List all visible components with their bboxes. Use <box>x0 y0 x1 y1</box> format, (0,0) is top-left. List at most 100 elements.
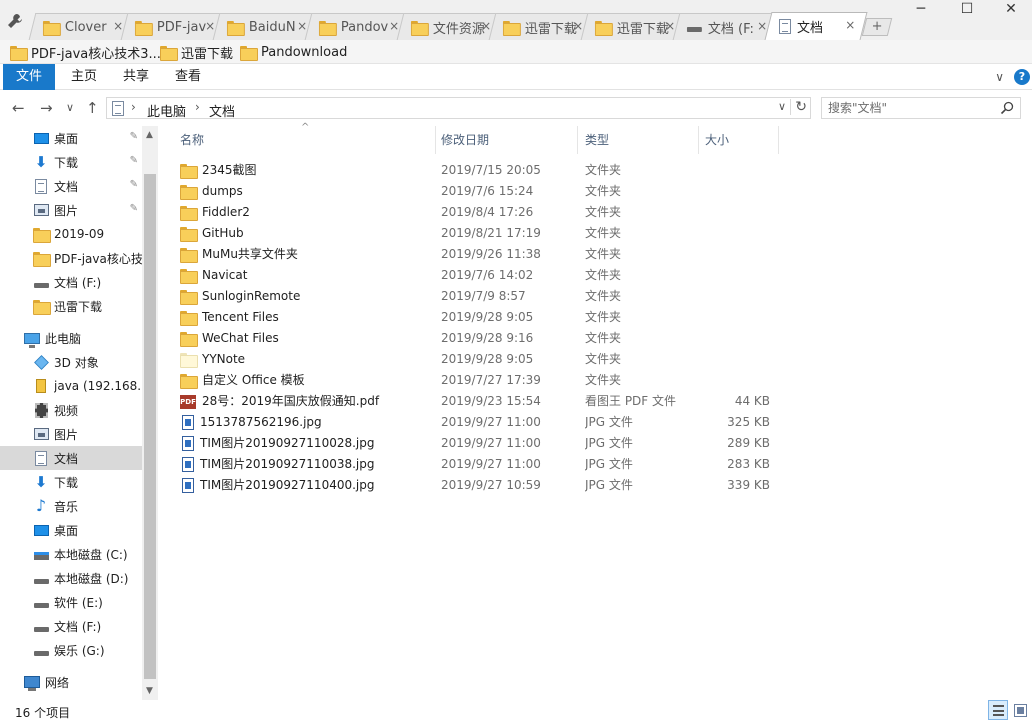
table-row[interactable]: GitHub 2019/8/21 17:19 文件夹 <box>176 223 776 244</box>
back-arrow-icon[interactable]: ← <box>12 99 25 117</box>
chevron-right-icon[interactable]: › <box>195 100 200 114</box>
minimize-button[interactable]: ─ <box>898 0 944 20</box>
sidebar-item[interactable]: 娱乐 (G:) <box>0 638 142 662</box>
address-bar[interactable]: › 此电脑 › 文档 ∨ ↻ <box>106 97 811 120</box>
table-row[interactable]: SunloginRemote 2019/7/9 8:57 文件夹 <box>176 286 776 307</box>
sidebar-item[interactable]: 视频 <box>0 398 142 422</box>
pin-icon[interactable]: ✎ <box>130 203 138 214</box>
sidebar-item[interactable]: 桌面 <box>0 518 142 542</box>
sidebar-item[interactable]: 文档 ✎ <box>0 174 142 198</box>
maximize-button[interactable]: ☐ <box>944 0 990 20</box>
ribbon-expand-icon[interactable]: ∨ <box>995 70 1004 84</box>
tab-documents[interactable]: 文档 × <box>764 12 868 40</box>
column-header-size[interactable]: 大小 <box>699 126 779 154</box>
tab-close-icon[interactable]: × <box>389 19 399 33</box>
search-icon[interactable] <box>1000 101 1014 115</box>
bookmark-pandownload[interactable]: Pandownload <box>240 44 347 61</box>
sidebar-item[interactable]: 网络 <box>0 670 142 694</box>
tab-xunlei-1[interactable]: 迅雷下载 × <box>488 13 596 40</box>
sidebar-item[interactable]: 2019-09 <box>0 222 142 246</box>
table-row[interactable]: TIM图片20190927110038.jpg 2019/9/27 11:00 JP… <box>176 454 776 475</box>
table-row[interactable]: MuMu共享文件夹 2019/9/26 11:38 文件夹 <box>176 244 776 265</box>
tab-pdf-java[interactable]: PDF-jav × <box>120 13 228 40</box>
ribbon-tab-file[interactable]: 文件 <box>3 64 55 90</box>
tab-file-explorer[interactable]: 文件资源 × <box>396 13 504 40</box>
table-row[interactable]: Fiddler2 2019/8/4 17:26 文件夹 <box>176 202 776 223</box>
table-row[interactable]: TIM图片20190927110400.jpg 2019/9/27 10:59 JP… <box>176 475 776 496</box>
tab-close-icon[interactable]: × <box>665 19 675 33</box>
wrench-icon[interactable] <box>6 12 24 30</box>
bookmark-pdf-java[interactable]: PDF-java核心技术3... <box>10 44 161 62</box>
pin-icon[interactable]: ✎ <box>130 179 138 190</box>
ribbon-tab-home[interactable]: 主页 <box>62 64 106 90</box>
tab-drive-f[interactable]: 文档 (F: × <box>672 13 780 40</box>
help-icon[interactable]: ? <box>1014 69 1030 85</box>
details-view-button[interactable] <box>988 700 1008 720</box>
tab-xunlei-2[interactable]: 迅雷下载 × <box>580 13 688 40</box>
tab-close-icon[interactable]: × <box>113 19 123 33</box>
large-icons-view-button[interactable] <box>1010 700 1030 720</box>
table-row[interactable]: Tencent Files 2019/9/28 9:05 文件夹 <box>176 307 776 328</box>
tab-baidun[interactable]: BaiduN × <box>212 13 320 40</box>
table-row[interactable]: 自定义 Office 模板 2019/7/27 17:39 文件夹 <box>176 370 776 391</box>
sidebar-item[interactable]: ♪ 音乐 <box>0 494 142 518</box>
table-row[interactable]: YYNote 2019/9/28 9:05 文件夹 <box>176 349 776 370</box>
file-name: 自定义 Office 模板 <box>202 373 305 387</box>
table-row[interactable]: 1513787562196.jpg 2019/9/27 11:00 JPG 文件 32… <box>176 412 776 433</box>
pin-icon[interactable]: ✎ <box>130 131 138 142</box>
tab-close-icon[interactable]: × <box>573 19 583 33</box>
sidebar-item[interactable]: 本地磁盘 (D:) <box>0 566 142 590</box>
column-header-name[interactable]: 名称 <box>174 126 436 154</box>
column-header-type[interactable]: 类型 <box>579 126 699 154</box>
tab-close-icon[interactable]: × <box>481 19 491 33</box>
pin-icon[interactable]: ✎ <box>130 155 138 166</box>
breadcrumb-documents[interactable]: 文档 <box>209 101 235 120</box>
sidebar-item[interactable]: 本地磁盘 (C:) <box>0 542 142 566</box>
sidebar-item[interactable]: 迅雷下载 <box>0 294 142 318</box>
sidebar-item[interactable]: 文档 (F:) <box>0 270 142 294</box>
table-row[interactable]: PDF 28号：2019年国庆放假通知.pdf 2019/9/23 15:54 看图王… <box>176 391 776 412</box>
table-row[interactable]: TIM图片20190927110028.jpg 2019/9/27 11:00 JP… <box>176 433 776 454</box>
search-input[interactable] <box>828 100 988 116</box>
tab-close-icon[interactable]: × <box>297 19 307 33</box>
scroll-down-icon[interactable]: ▼ <box>146 686 153 696</box>
table-row[interactable]: dumps 2019/7/6 15:24 文件夹 <box>176 181 776 202</box>
tab-pandov[interactable]: Pandov × <box>304 13 412 40</box>
tab-close-icon[interactable]: × <box>845 18 855 32</box>
table-row[interactable]: 2345截图 2019/7/15 20:05 文件夹 <box>176 160 776 181</box>
nav-scrollbar[interactable]: ▲ ▼ <box>142 126 158 700</box>
address-dropdown-icon[interactable]: ∨ <box>778 100 786 113</box>
scrollbar-thumb[interactable] <box>144 174 156 679</box>
sidebar-item[interactable]: java (192.168.1 <box>0 374 142 398</box>
close-window-button[interactable]: ✕ <box>988 0 1032 20</box>
sidebar-item[interactable]: 图片 ✎ <box>0 198 142 222</box>
table-row[interactable]: Navicat 2019/7/6 14:02 文件夹 <box>176 265 776 286</box>
sidebar-item[interactable]: 此电脑 <box>0 326 142 350</box>
breadcrumb-this-pc[interactable]: 此电脑 <box>147 101 186 120</box>
up-arrow-icon[interactable]: ↑ <box>86 99 99 117</box>
sidebar-item[interactable]: 软件 (E:) <box>0 590 142 614</box>
new-tab-button[interactable]: + <box>861 18 893 36</box>
sidebar-item[interactable]: 文档 (F:) <box>0 614 142 638</box>
scroll-up-icon[interactable]: ▲ <box>146 130 153 140</box>
sidebar-item[interactable]: 图片 <box>0 422 142 446</box>
column-header-date[interactable]: 修改日期 <box>435 126 578 154</box>
sidebar-item[interactable]: 3D 对象 <box>0 350 142 374</box>
tab-clover[interactable]: Clover × <box>28 13 136 40</box>
recent-locations-icon[interactable]: ∨ <box>66 99 74 117</box>
sidebar-item[interactable]: 文档 <box>0 446 142 470</box>
search-box[interactable] <box>821 97 1021 119</box>
table-row[interactable]: WeChat Files 2019/9/28 9:16 文件夹 <box>176 328 776 349</box>
sidebar-item[interactable]: 桌面 ✎ <box>0 126 142 150</box>
ribbon-tab-view[interactable]: 查看 <box>166 64 210 90</box>
sidebar-item[interactable]: ⬇ 下载 ✎ <box>0 150 142 174</box>
sidebar-item[interactable]: PDF-java核心技术 <box>0 246 142 270</box>
forward-arrow-icon[interactable]: → <box>40 99 53 117</box>
tab-close-icon[interactable]: × <box>205 19 215 33</box>
sidebar-item[interactable]: ⬇ 下载 <box>0 470 142 494</box>
refresh-icon[interactable]: ↻ <box>790 99 807 115</box>
chevron-right-icon[interactable]: › <box>131 100 136 114</box>
file-name: 28号：2019年国庆放假通知.pdf <box>202 394 380 408</box>
ribbon-tab-share[interactable]: 共享 <box>114 64 158 90</box>
bookmark-xunlei[interactable]: 迅雷下载 <box>160 44 233 62</box>
